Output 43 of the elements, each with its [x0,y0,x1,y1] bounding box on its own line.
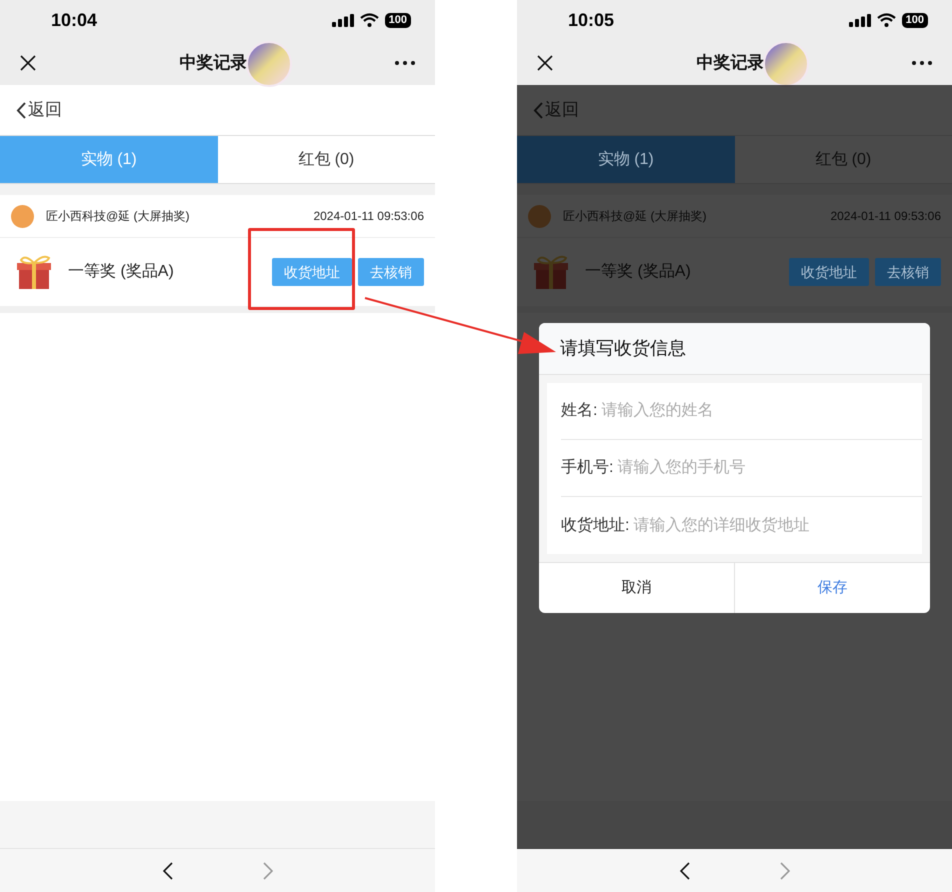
wifi-icon [876,13,896,27]
prize-name: 一等奖 (奖品A) [68,262,175,282]
more-icon[interactable] [912,60,932,64]
battery-indicator: 100 [384,12,411,28]
field-label: 姓名: [561,401,598,421]
address-button[interactable]: 收货地址 [789,258,869,286]
wifi-icon [360,13,379,27]
record-date: 2024-01-11 09:53:06 [313,208,424,225]
redeem-button[interactable]: 去核销 [875,258,941,286]
input-field[interactable]: 请输入您的手机号 [617,456,922,480]
chevron-left-icon[interactable] [680,862,690,880]
battery-indicator: 100 [902,12,928,28]
field-label: 收货地址: [561,516,630,536]
address-button[interactable]: 收货地址 [272,258,352,286]
status-time: 10:04 [51,8,98,32]
cancel-button[interactable]: 取消 [539,563,735,613]
page-title: 中奖记录 [180,52,248,74]
chevron-right-icon[interactable] [780,862,790,880]
record-date: 2024-01-11 09:53:06 [830,208,941,225]
signal-icon [332,14,354,26]
more-icon[interactable] [395,60,415,64]
dialog-title: 请填写收货信息 [560,337,686,360]
record-source: 匠小西科技@延 (大屏抽奖) [563,208,708,225]
chevron-left-icon[interactable] [162,862,172,880]
redeem-button[interactable]: 去核销 [358,258,424,286]
signal-icon [848,14,871,26]
save-button[interactable]: 保存 [735,563,930,613]
gift-icon [15,254,53,290]
back-link[interactable]: 返回 [16,97,62,123]
prize-name: 一等奖 (奖品A) [585,262,692,282]
page-title: 中奖记录 [696,52,764,74]
record-source: 匠小西科技@延 (大屏抽奖) [46,208,191,225]
chevron-left-icon [16,102,26,118]
tab[interactable]: 实物 (1) [0,136,218,183]
close-icon[interactable] [537,54,553,70]
tab[interactable]: 实物 (1) [517,136,734,183]
input-field[interactable]: 请输入您的详细收货地址 [633,514,922,538]
field-label: 手机号: [561,458,614,478]
close-icon[interactable] [20,54,36,70]
logo-icon [11,204,34,228]
status-time: 10:05 [568,8,614,32]
input-field[interactable]: 请输入您的姓名 [601,399,922,423]
chevron-right-icon[interactable] [262,862,272,880]
